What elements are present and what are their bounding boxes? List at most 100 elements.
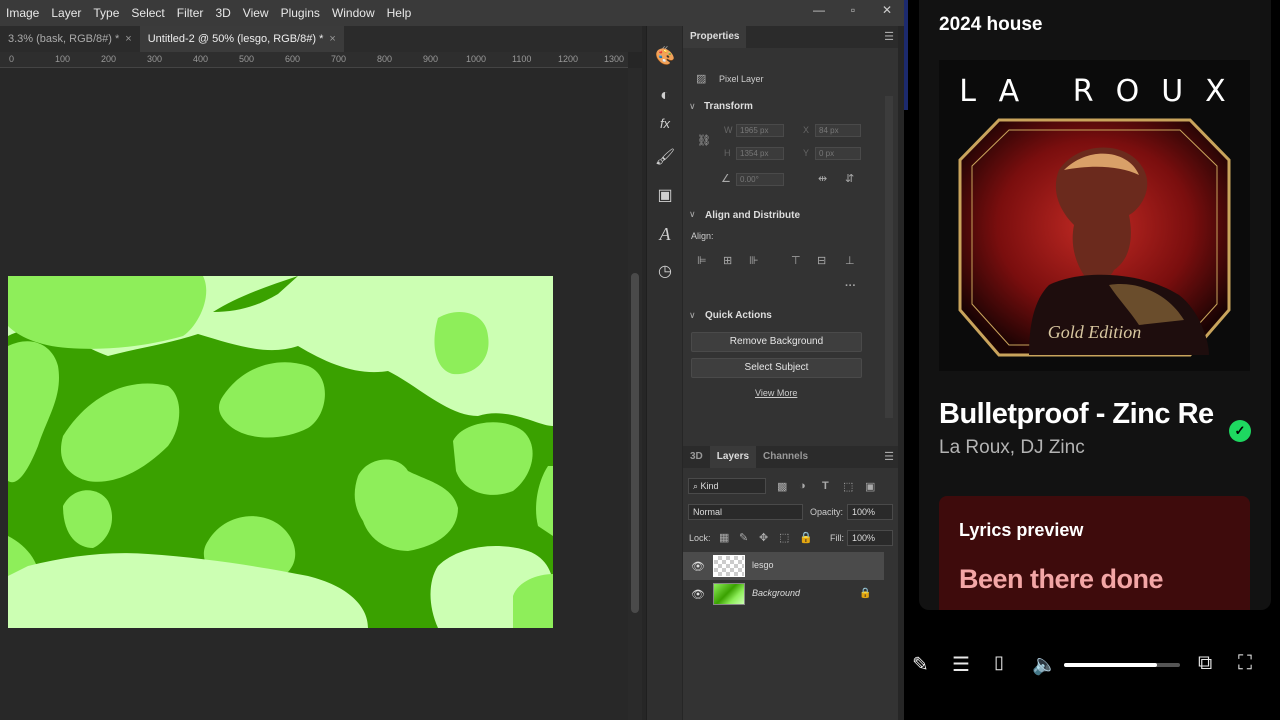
layers-panel: 3D Layers Channels ☰ ⌕ Kind ▩ ◑ T ⬚ ▣ No… [683, 446, 898, 720]
menu-image[interactable]: Image [0, 0, 45, 26]
menu-3d[interactable]: 3D [209, 0, 236, 26]
tab-channels[interactable]: Channels [756, 446, 815, 468]
connect-device-icon[interactable]: ▯ [994, 652, 1004, 673]
close-tab-icon[interactable]: × [329, 33, 335, 45]
filter-kind-select[interactable]: ⌕ Kind [688, 478, 766, 494]
chevron-down-icon[interactable]: ∨ [689, 101, 696, 112]
window-edge [904, 0, 908, 110]
filter-type-icon[interactable]: T [822, 480, 829, 492]
doc-tab-bask[interactable]: 3.3% (bask, RGB/8#) * × [0, 26, 140, 52]
album-art-text: LA ROUX [959, 74, 1248, 109]
brush-settings-icon[interactable]: 🖌 [647, 144, 683, 172]
filter-smart-object-icon[interactable]: ▣ [865, 480, 875, 493]
menu-filter[interactable]: Filter [171, 0, 210, 26]
volume-fill[interactable] [1064, 663, 1157, 667]
panel-menu-icon[interactable]: ☰ [884, 450, 894, 463]
queue-icon[interactable]: ☰ [952, 652, 970, 677]
now-playing-card: 2024 house LA ROUX Gold Edition Bulletpr… [919, 0, 1271, 610]
blend-mode-select[interactable]: Normal [688, 504, 803, 520]
remove-background-button[interactable]: Remove Background [691, 332, 862, 352]
volume-icon[interactable]: 🔈 [1032, 652, 1057, 677]
align-title: Align and Distribute [705, 210, 800, 221]
link-icon[interactable]: ⛓ [697, 134, 711, 147]
visibility-eye-icon[interactable]: 👁 [691, 588, 705, 601]
minimize-icon[interactable]: — [802, 0, 836, 22]
menu-plugins[interactable]: Plugins [275, 0, 326, 26]
properties-scrollbar[interactable] [885, 96, 893, 418]
filter-shape-icon[interactable]: ⬚ [843, 480, 853, 493]
lock-all-icon[interactable]: 🔒 [799, 531, 813, 544]
menu-window[interactable]: Window [326, 0, 381, 26]
width-field[interactable]: 1965 px [736, 124, 784, 137]
menu-layer[interactable]: Layer [45, 0, 87, 26]
visibility-eye-icon[interactable]: 👁 [691, 560, 705, 573]
layer-row-lesgo[interactable]: 👁 lesgo [683, 552, 884, 580]
tab-3d[interactable]: 3D [683, 446, 710, 468]
close-icon[interactable]: ✕ [870, 0, 904, 22]
lyrics-header: Lyrics preview [959, 520, 1084, 540]
volume-slider[interactable] [1064, 663, 1180, 667]
flip-vertical-icon[interactable]: ⇵ [845, 172, 854, 185]
layer-name: lesgo [752, 560, 774, 570]
opacity-label: Opacity: [810, 507, 844, 517]
close-tab-icon[interactable]: × [125, 33, 131, 45]
track-artists[interactable]: La Roux, DJ Zinc [939, 437, 1085, 459]
canvas-artwork[interactable] [8, 276, 553, 628]
angle-field[interactable]: 0.00° [736, 173, 784, 186]
select-subject-button[interactable]: Select Subject [691, 358, 862, 378]
opacity-field[interactable]: 100% [847, 504, 893, 520]
tab-layers[interactable]: Layers [709, 446, 757, 468]
layer-row-background[interactable]: 👁 Background 🔒 [683, 580, 884, 608]
lock-position-icon[interactable]: ✥ [759, 531, 768, 544]
menu-view[interactable]: View [237, 0, 275, 26]
filter-pixel-icon[interactable]: ▩ [777, 480, 787, 493]
microphone-icon[interactable]: ✎ [912, 652, 929, 677]
more-options-icon[interactable]: ··· [845, 280, 856, 292]
align-bottom-icon[interactable]: ⊥ [845, 254, 855, 267]
track-title[interactable]: Bulletproof - Zinc Re [939, 398, 1224, 431]
view-more-link[interactable]: View More [755, 388, 797, 398]
ruler-tick: 800 [377, 54, 393, 64]
panel-icon-strip: « 🎨 ◐ fx 🖌 ▣ A ◷ [646, 26, 682, 720]
maximize-icon[interactable]: ▫ [836, 0, 870, 22]
height-field[interactable]: 1354 px [736, 147, 784, 160]
transform-title: Transform [704, 101, 753, 112]
ruler-tick: 0 [9, 54, 15, 64]
lock-image-icon[interactable]: ✎ [739, 531, 748, 544]
lyrics-preview-card[interactable]: Lyrics preview Been there done [939, 496, 1250, 610]
lock-artboard-icon[interactable]: ⬚ [779, 531, 789, 544]
saved-check-icon[interactable]: ✓ [1229, 420, 1251, 442]
character-icon[interactable]: A [647, 220, 683, 248]
palette-icon[interactable]: 🎨 [647, 44, 683, 72]
menu-select[interactable]: Select [125, 0, 170, 26]
scrollbar-thumb[interactable] [631, 273, 639, 613]
fx-icon[interactable]: fx [647, 110, 683, 138]
tab-properties[interactable]: Properties [683, 26, 747, 48]
align-top-icon[interactable]: ⊤ [791, 254, 801, 267]
menu-help[interactable]: Help [381, 0, 418, 26]
clone-source-icon[interactable]: ▣ [647, 182, 683, 210]
y-field[interactable]: 0 px [815, 147, 861, 160]
filter-kind-label: Kind [700, 481, 719, 491]
canvas-scrollbar[interactable] [628, 68, 642, 720]
menu-type[interactable]: Type [87, 0, 125, 26]
doc-tab-label: Untitled-2 @ 50% (lesgo, RGB/8#) * [147, 33, 324, 45]
lock-transparent-icon[interactable]: ▦ [719, 531, 729, 544]
history-icon[interactable]: ◷ [647, 258, 683, 286]
align-left-icon[interactable]: ⊫ [697, 254, 707, 267]
chevron-down-icon[interactable]: ∨ [689, 209, 696, 220]
align-center-h-icon[interactable]: ⊞ [723, 254, 732, 267]
fill-field[interactable]: 100% [847, 530, 893, 546]
x-field[interactable]: 84 px [815, 124, 861, 137]
mini-player-icon[interactable]: ⧉ [1198, 652, 1212, 675]
playlist-title[interactable]: 2024 house [939, 14, 1043, 36]
align-middle-v-icon[interactable]: ⊟ [817, 254, 826, 267]
flip-horizontal-icon[interactable]: ⇹ [818, 172, 827, 185]
fullscreen-icon[interactable]: ⛶ [1238, 652, 1252, 675]
panel-menu-icon[interactable]: ☰ [884, 30, 894, 43]
doc-tab-untitled-2[interactable]: Untitled-2 @ 50% (lesgo, RGB/8#) * × [139, 26, 344, 52]
align-right-icon[interactable]: ⊪ [749, 254, 759, 267]
filter-adjustment-icon[interactable]: ◑ [799, 480, 806, 492]
chevron-down-icon[interactable]: ∨ [689, 310, 696, 321]
adjustments-icon[interactable]: ◐ [647, 82, 683, 110]
